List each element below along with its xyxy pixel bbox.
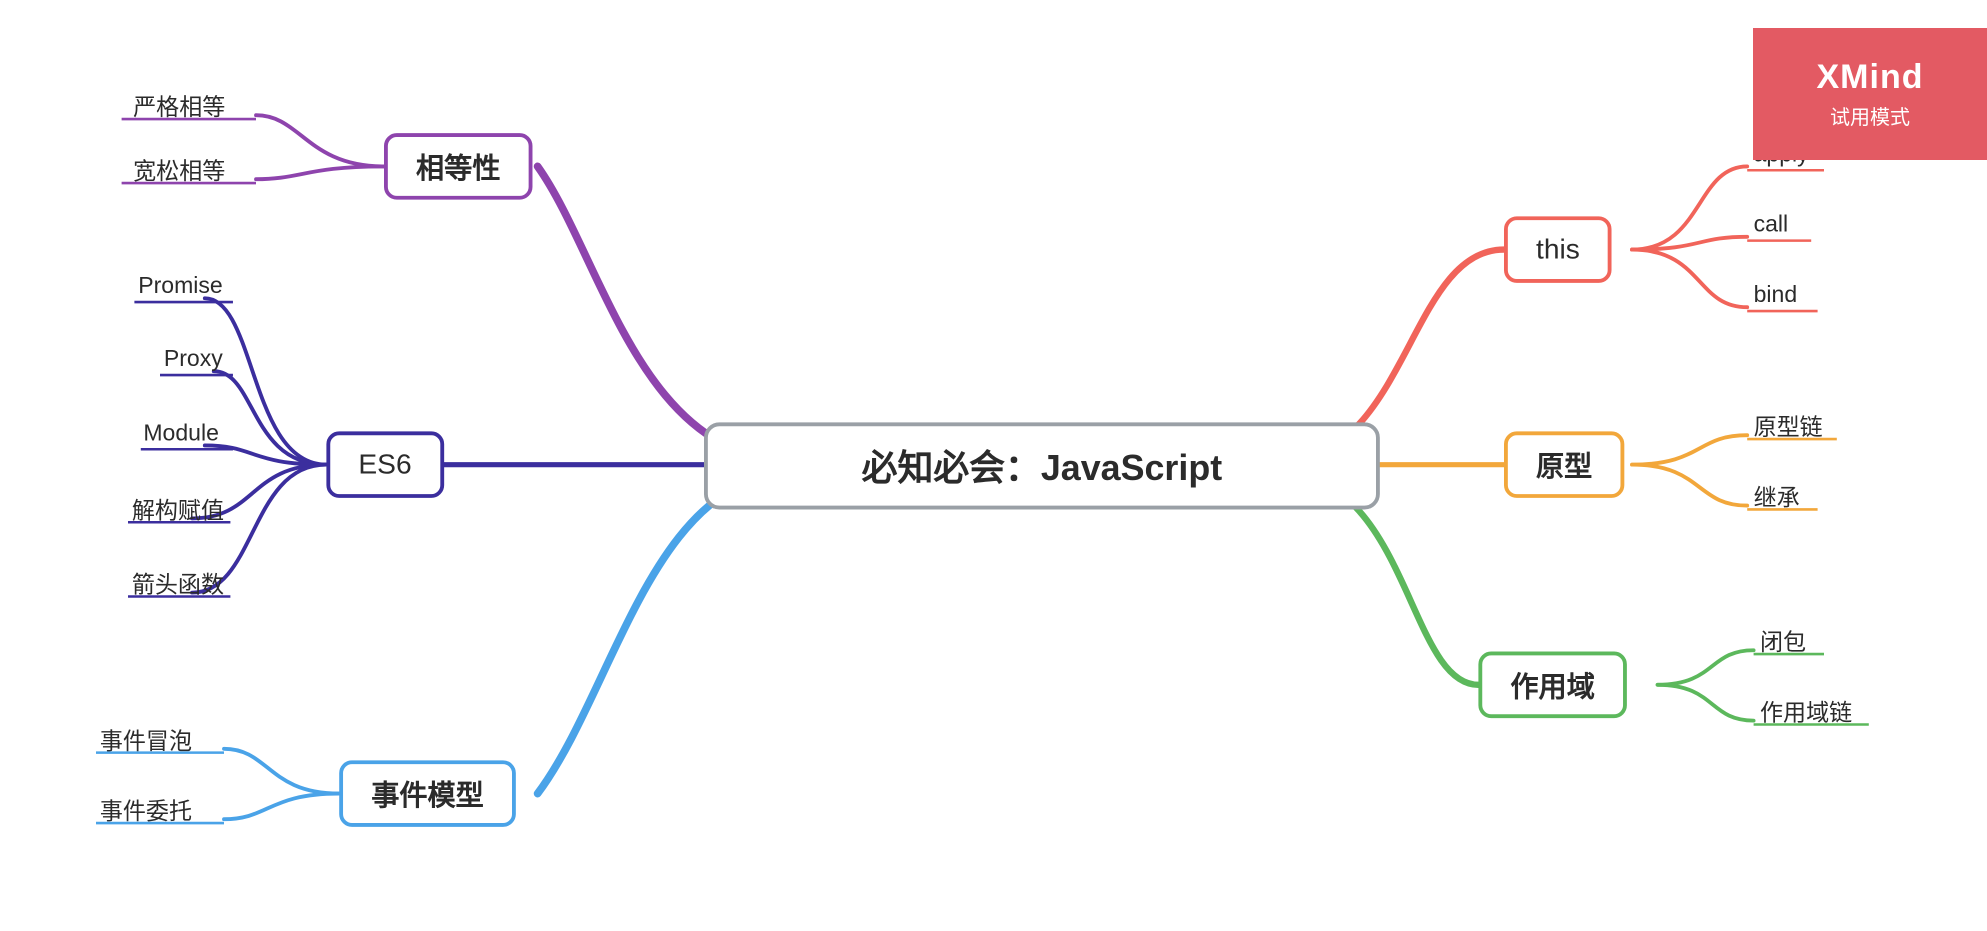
leaf-call[interactable]: call: [1754, 211, 1789, 238]
branch-scope-label: 作用域: [1510, 664, 1595, 705]
leaf-loose-equal[interactable]: 宽松相等: [133, 154, 225, 187]
branch-scope[interactable]: 作用域: [1478, 652, 1627, 719]
leaf-strict-equal[interactable]: 严格相等: [133, 90, 225, 123]
leaf-inherit[interactable]: 继承: [1754, 480, 1800, 513]
leaf-destructure[interactable]: 解构赋值: [132, 493, 224, 526]
leaf-arrow-fn[interactable]: 箭头函数: [132, 567, 224, 600]
leaf-proto-chain[interactable]: 原型链: [1754, 410, 1823, 443]
watermark: XMind 试用模式: [1753, 28, 1987, 160]
branch-prototype[interactable]: 原型: [1504, 431, 1624, 498]
leaf-proxy[interactable]: Proxy: [164, 346, 223, 373]
branch-this-label: this: [1536, 233, 1580, 266]
branch-event-model-label: 事件模型: [371, 773, 484, 814]
leaf-event-delegate[interactable]: 事件委托: [100, 794, 192, 827]
leaf-event-bubble[interactable]: 事件冒泡: [100, 723, 192, 756]
leaf-closure[interactable]: 闭包: [1760, 625, 1806, 658]
leaf-module[interactable]: Module: [143, 420, 219, 447]
branch-es6-label: ES6: [358, 448, 411, 481]
branch-event-model[interactable]: 事件模型: [339, 760, 516, 827]
branch-equality[interactable]: 相等性: [384, 133, 533, 200]
central-topic[interactable]: 必知必会：JavaScript: [704, 422, 1380, 509]
branch-this[interactable]: this: [1504, 216, 1612, 283]
leaf-scope-chain[interactable]: 作用域链: [1760, 695, 1852, 728]
watermark-trial: 试用模式: [1830, 101, 1910, 130]
branch-es6[interactable]: ES6: [326, 431, 443, 498]
branch-prototype-label: 原型: [1536, 444, 1592, 485]
watermark-brand: XMind: [1817, 58, 1924, 97]
leaf-bind[interactable]: bind: [1754, 282, 1798, 309]
branch-equality-label: 相等性: [416, 146, 501, 187]
leaf-promise[interactable]: Promise: [138, 273, 223, 300]
central-topic-label: 必知必会：JavaScript: [862, 440, 1223, 491]
